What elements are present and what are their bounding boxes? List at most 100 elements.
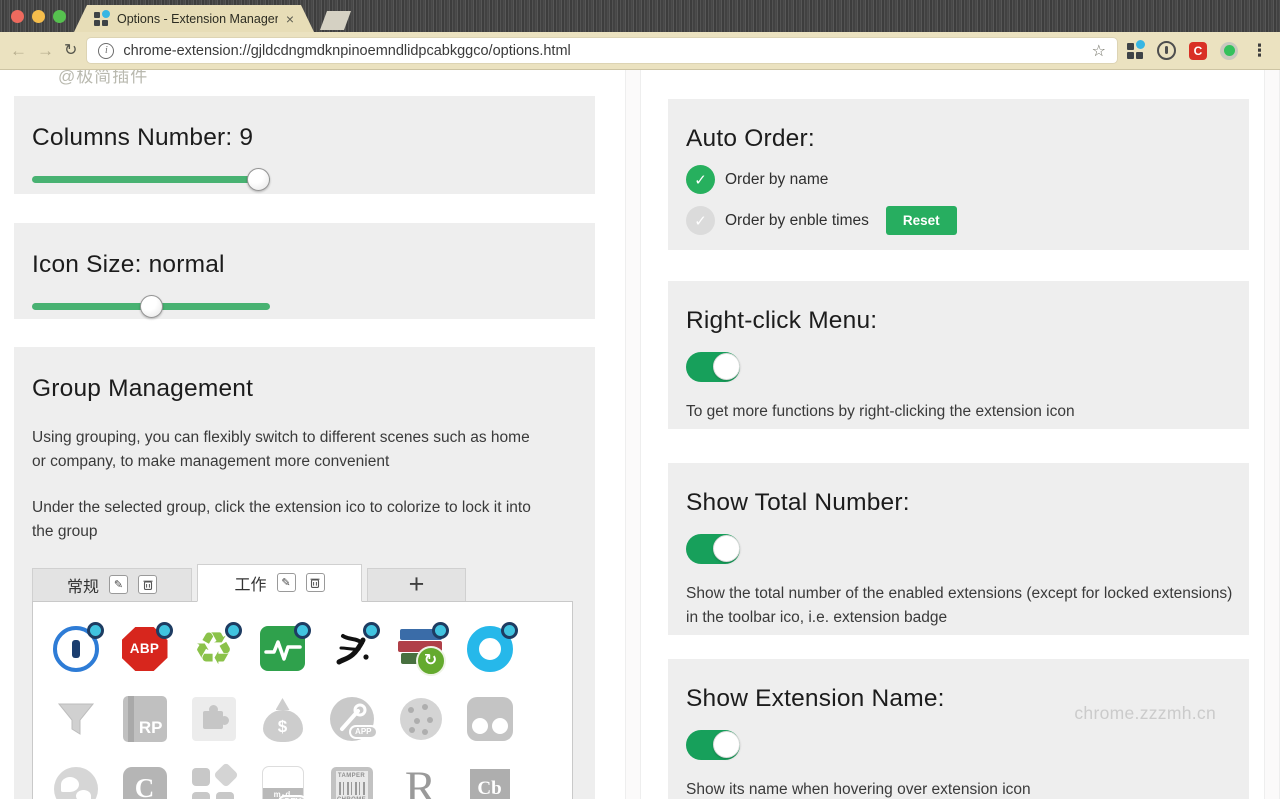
ext-icon-tamper-chrome[interactable]: TAMPERCHROME <box>328 765 376 799</box>
extension-manager-favicon <box>94 11 109 26</box>
show-extension-name-card: Show Extension Name: chrome.zzzmh.cn Sho… <box>668 659 1249 799</box>
reload-icon[interactable]: ↻ <box>64 43 77 59</box>
watermark-site: chrome.zzzmh.cn <box>1074 703 1216 724</box>
minimize-window-button[interactable] <box>32 10 45 23</box>
icon-size-title: Icon Size: normal <box>32 251 577 279</box>
edit-group-icon[interactable]: ✎ <box>277 573 296 592</box>
ext-icon-calligraphy[interactable] <box>328 625 376 673</box>
extension-icon-grid: ABP ♻ ↻ RP $ APP C m-dDEV TAMPERCHROM <box>33 602 572 799</box>
address-bar[interactable]: i chrome-extension://gjldcdngmdknpinoemn… <box>87 38 1117 63</box>
ext-icon-readability[interactable]: R <box>397 765 445 799</box>
ext-icon-two-circles[interactable] <box>466 695 514 743</box>
extension-manager-toolbar-icon[interactable] <box>1127 42 1144 59</box>
delete-group-icon[interactable] <box>138 575 157 594</box>
bookmark-star-icon[interactable]: ☆ <box>1092 41 1106 61</box>
lock-badge <box>501 622 518 639</box>
ext-icon-adblock-plus[interactable]: ABP <box>121 625 169 673</box>
columns-number-slider-handle[interactable] <box>247 168 270 191</box>
ext-icon-four-squares[interactable] <box>190 765 238 799</box>
reset-button[interactable]: Reset <box>886 206 957 235</box>
columns-number-title: Columns Number: 9 <box>32 124 577 152</box>
forward-icon[interactable]: → <box>37 42 54 59</box>
red-c-toolbar-icon[interactable]: C <box>1189 42 1207 60</box>
ext-icon-codeblock[interactable]: Cb <box>466 765 514 799</box>
right-column-scrollbar[interactable] <box>1264 70 1280 799</box>
new-tab-button[interactable] <box>320 11 351 30</box>
toggle-knob <box>713 535 740 562</box>
tab-title: Options - Extension Manager <box>117 12 278 26</box>
icon-size-slider[interactable] <box>32 303 270 310</box>
group-tab-label: 常规 <box>67 573 99 597</box>
ext-icon-c-app[interactable]: C <box>121 765 169 799</box>
back-icon[interactable]: ← <box>10 42 27 59</box>
lock-badge <box>87 622 104 639</box>
icon-size-slider-handle[interactable] <box>140 295 163 318</box>
order-by-enable-times-row: ✓ Order by enble times Reset <box>686 206 1231 235</box>
right-click-menu-card: Right-click Menu: To get more functions … <box>668 281 1249 429</box>
right-click-menu-title: Right-click Menu: <box>686 307 1231 335</box>
show-extension-name-toggle[interactable] <box>686 730 740 760</box>
right-click-menu-toggle[interactable] <box>686 352 740 382</box>
group-tab-label: 工作 <box>234 571 266 595</box>
lock-badge <box>432 622 449 639</box>
ext-icon-recycle[interactable]: ♻ <box>190 625 238 673</box>
columns-number-slider[interactable] <box>32 176 270 183</box>
browser-titlebar: Options - Extension Manager × <box>0 0 1280 32</box>
browser-toolbar: ← → ↻ i chrome-extension://gjldcdngmdknp… <box>0 32 1280 70</box>
onepassword-toolbar-icon[interactable] <box>1157 41 1176 60</box>
auto-order-title: Auto Order: <box>686 125 1231 153</box>
ext-icon-cookie[interactable] <box>397 695 445 743</box>
ext-icon-onepassword[interactable] <box>52 625 100 673</box>
right-click-menu-description: To get more functions by right-clicking … <box>686 400 1242 424</box>
lock-badge <box>294 622 311 639</box>
group-description-1: Using grouping, you can flexibly switch … <box>32 426 544 475</box>
group-management-card: Group Management Using grouping, you can… <box>14 347 595 799</box>
close-window-button[interactable] <box>11 10 24 23</box>
lock-badge <box>363 622 380 639</box>
show-total-number-toggle[interactable] <box>686 534 740 564</box>
watermark-jijian: @极简插件 <box>58 70 148 87</box>
close-tab-icon[interactable]: × <box>286 11 294 27</box>
ext-icon-blue-donut[interactable] <box>466 625 514 673</box>
ext-icon-funnel[interactable] <box>52 695 100 743</box>
add-group-tab[interactable]: + <box>367 568 466 602</box>
lock-badge <box>225 622 242 639</box>
edit-group-icon[interactable]: ✎ <box>109 575 128 594</box>
ext-icon-money-bag[interactable]: $ <box>259 695 307 743</box>
order-by-name-label: Order by name <box>725 171 828 189</box>
ext-icon-wechat[interactable] <box>52 765 100 799</box>
order-by-name-check-icon[interactable]: ✓ <box>686 165 715 194</box>
browser-menu-icon[interactable]: ⋮ <box>1251 41 1268 61</box>
icon-size-card: Icon Size: normal <box>14 223 595 319</box>
page-info-icon[interactable]: i <box>98 43 114 59</box>
lock-badge <box>156 622 173 639</box>
toggle-knob <box>713 731 740 758</box>
ext-icon-puzzle[interactable] <box>190 695 238 743</box>
order-by-enable-times-check-icon[interactable]: ✓ <box>686 206 715 235</box>
show-total-number-description: Show the total number of the enabled ext… <box>686 582 1242 631</box>
group-extensions-panel: ABP ♻ ↻ RP $ APP C m-dDEV TAMPERCHROM <box>32 601 573 799</box>
show-extension-name-description: Show its name when hovering over extensi… <box>686 778 1242 799</box>
zoom-window-button[interactable] <box>53 10 66 23</box>
group-tab-gongzuo[interactable]: 工作 ✎ <box>197 564 362 602</box>
ext-icon-rp-reader[interactable]: RP <box>121 695 169 743</box>
window-controls <box>11 10 66 23</box>
group-tabs: 常规 ✎ 工作 ✎ + <box>32 568 577 602</box>
url-text[interactable]: chrome-extension://gjldcdngmdknpinoemndl… <box>123 43 1082 59</box>
delete-group-icon[interactable] <box>306 573 325 592</box>
left-column-scrollbar[interactable] <box>625 70 641 799</box>
browser-tab[interactable]: Options - Extension Manager × <box>74 5 314 32</box>
ext-icon-app-tool[interactable]: APP <box>328 695 376 743</box>
show-total-number-title: Show Total Number: <box>686 489 1231 517</box>
green-dot-toolbar-icon[interactable] <box>1220 42 1238 60</box>
ext-icon-book-stack-refresh[interactable]: ↻ <box>397 625 445 673</box>
order-by-name-row: ✓ Order by name <box>686 165 1231 194</box>
ext-icon-markdown-dev[interactable]: m-dDEV <box>259 765 307 799</box>
toolbar-extensions: C ⋮ <box>1127 41 1270 61</box>
group-tab-changgui[interactable]: 常规 ✎ <box>32 568 192 602</box>
group-management-title: Group Management <box>32 375 577 403</box>
options-page: @极简插件 Columns Number: 9 Icon Size: norma… <box>0 70 1280 799</box>
toggle-knob <box>713 353 740 380</box>
group-description-2: Under the selected group, click the exte… <box>32 496 544 545</box>
ext-icon-pulse-monitor[interactable] <box>259 625 307 673</box>
